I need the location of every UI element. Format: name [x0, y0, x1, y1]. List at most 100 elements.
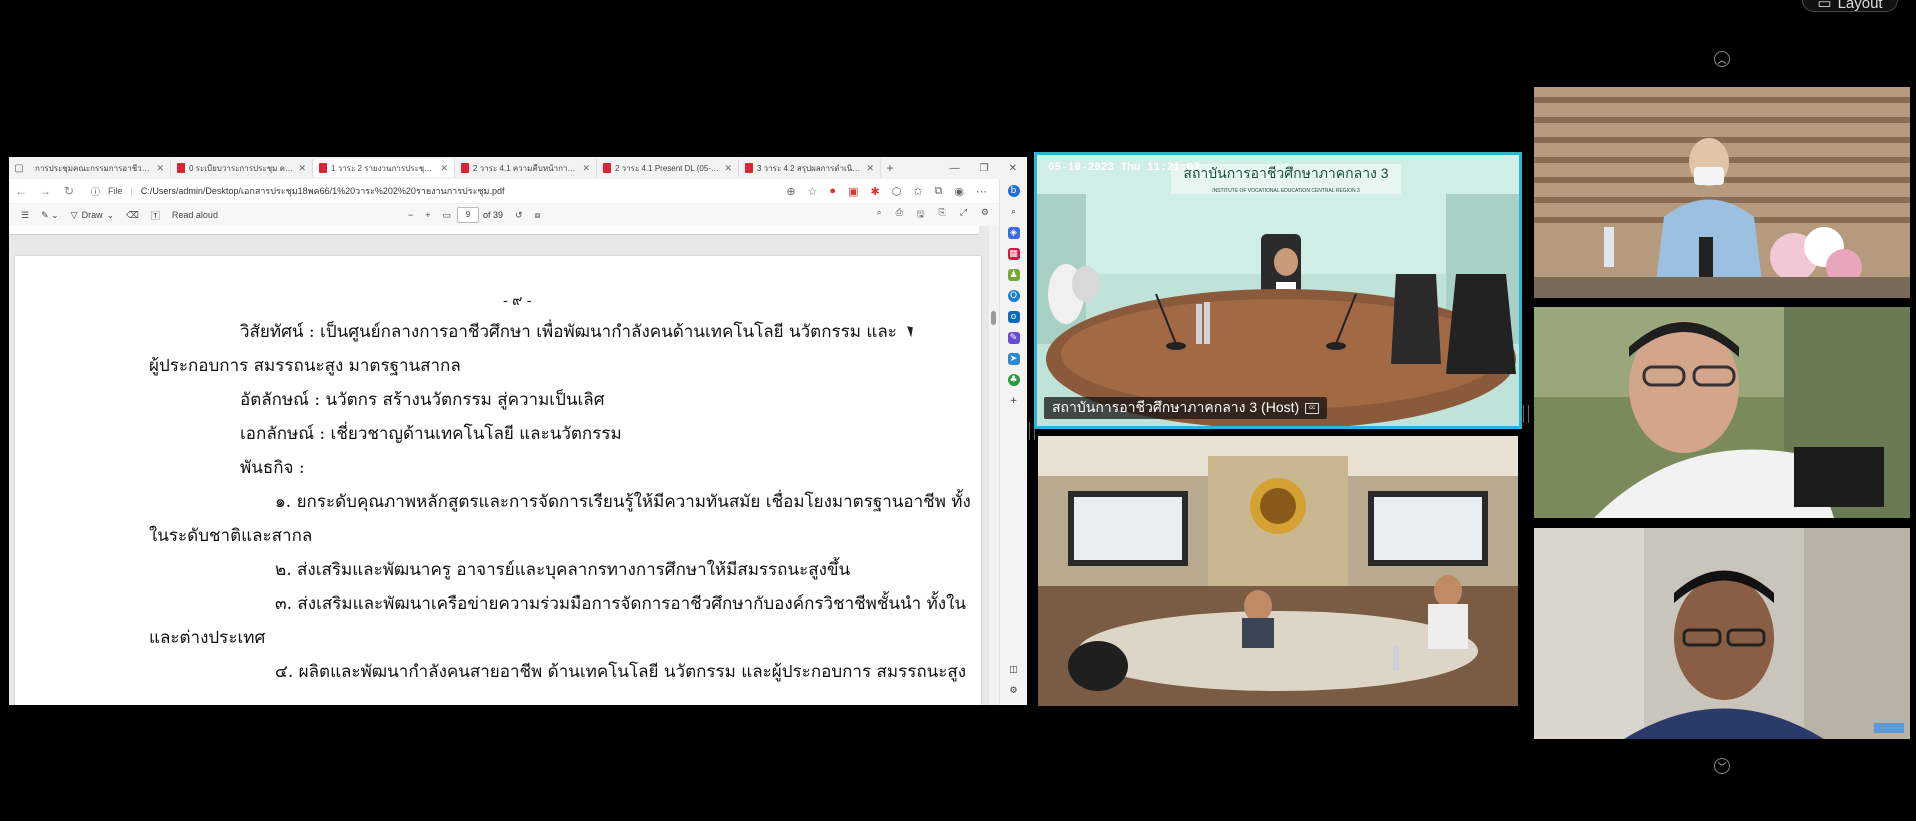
new-tab-icon[interactable]: + — [881, 161, 899, 175]
url-separator: | — [130, 186, 133, 196]
video-tile-participant[interactable] — [1534, 87, 1910, 298]
browser-tab[interactable]: การประชุมคณะกรรมการอาชีวศึกษา ✕ — [29, 159, 171, 177]
minimize-icon[interactable]: — — [950, 163, 960, 174]
url-scheme-label: File — [108, 186, 123, 196]
room-video-frame — [1038, 436, 1518, 706]
doc-line: ในระดับชาติและสากล — [149, 526, 313, 546]
search-icon[interactable]: ⌕ — [877, 207, 882, 223]
tab-label: 2 วาระ 4.1 ความคืบหน้าการดำเนินงาน — [473, 163, 578, 173]
browser-tab[interactable]: 3 วาระ 4.2 สรุปผลการดำเนินงาน ✕ — [739, 159, 881, 177]
restore-icon[interactable]: ❐ — [980, 163, 989, 174]
erase-icon[interactable]: ⌫ — [126, 210, 139, 221]
tools-icon[interactable]: ▦ — [1007, 248, 1020, 260]
tab-label: 0 ระเบียบวาระการประชุม คณะกรรมการ — [189, 163, 294, 173]
shopping-icon[interactable]: ◈ — [1007, 227, 1020, 239]
extensions-icon[interactable]: ⬡ — [892, 185, 902, 198]
outlook-icon[interactable]: o — [1007, 311, 1020, 323]
save-as-icon[interactable]: ⎘ — [939, 207, 946, 223]
browser-tab[interactable]: 2 วาระ 4.1 ความคืบหน้าการดำเนินงาน ✕ — [455, 159, 597, 177]
contents-icon[interactable]: ☰ — [21, 210, 29, 221]
extension-icon[interactable]: ● — [829, 185, 836, 198]
drop-icon[interactable]: ➤ — [1007, 353, 1020, 365]
page-number-input[interactable]: 9 — [457, 207, 479, 223]
gallery-up-icon[interactable]: ︿ — [1714, 51, 1730, 67]
collections-icon[interactable]: ⧉ — [935, 185, 943, 198]
games-icon[interactable]: ♟ — [1007, 269, 1020, 281]
read-aloud-button[interactable]: Read aloud — [172, 210, 218, 220]
address-bar-icons: ⊕ ☆ ● ▣ ✱ ⬡ ✩ ⧉ ◉ ⋯ — [786, 185, 1027, 198]
tab-label: 3 วาระ 4.2 สรุปผลการดำเนินงาน — [757, 163, 863, 173]
save-icon[interactable]: 🖫 — [917, 207, 925, 223]
extension-icon[interactable]: ▣ — [848, 185, 858, 198]
add-icon[interactable]: + — [1008, 395, 1020, 407]
close-icon[interactable]: ✕ — [724, 163, 732, 174]
url-field[interactable]: ⓘ File | C:/Users/admin/Desktop/เอกสารปร… — [85, 182, 691, 200]
resize-handle[interactable] — [1523, 405, 1529, 423]
tab-actions-icon[interactable]: ▢ — [9, 163, 29, 174]
doc-line: ๑. ยกระดับคุณภาพหลักสูตรและการจัดการเรีย… — [275, 492, 971, 512]
zoom-icon[interactable]: ⊕ — [786, 185, 795, 198]
resize-handle[interactable] — [1029, 422, 1035, 440]
fullscreen-icon[interactable]: ⤢ — [960, 207, 967, 223]
more-icon[interactable]: ⋯ — [976, 185, 987, 198]
favorites-icon[interactable]: ✩ — [913, 185, 922, 198]
close-icon[interactable]: ✕ — [156, 163, 164, 174]
text-icon[interactable]: 🅃 — [151, 209, 160, 222]
settings-icon[interactable]: ⚙ — [981, 207, 989, 223]
browser-tab[interactable]: 2 วาระ 4.1 Present DL (05-05-66) ✕ — [597, 159, 739, 177]
profile-icon[interactable]: ◉ — [954, 185, 964, 198]
close-icon[interactable]: ✕ — [582, 163, 590, 174]
chevron-down-icon: ⌄ — [106, 209, 115, 220]
rotate-icon[interactable]: ↺ — [515, 210, 523, 221]
office-icon[interactable]: O — [1007, 290, 1020, 302]
page-total: of 39 — [483, 210, 504, 220]
mouse-cursor-icon — [907, 324, 916, 338]
designer-icon[interactable]: ✎ — [1007, 332, 1020, 344]
host-video-frame: สถาบันการอาชีวศึกษาภาคกลาง 3 INSTITUTE O… — [1036, 154, 1520, 427]
tree-icon[interactable]: ♣ — [1007, 374, 1020, 386]
search-icon[interactable]: ⌕ — [1008, 206, 1020, 218]
fit-page-icon[interactable]: ▭ — [442, 210, 451, 221]
extension-icon[interactable]: ✱ — [870, 185, 879, 198]
pdf-icon — [461, 163, 469, 173]
browser-tab[interactable]: 0 ระเบียบวาระการประชุม คณะกรรมการ ✕ — [171, 159, 313, 177]
zoom-out-icon[interactable]: − — [408, 210, 413, 220]
layout-icon: ▭ — [1817, 0, 1832, 12]
page-view-icon[interactable]: ⧈ — [535, 210, 541, 221]
refresh-icon[interactable]: ↻ — [57, 184, 81, 198]
host-name-label: สถาบันการอาชีวศึกษาภาคกลาง 3 (Host) cc — [1044, 397, 1328, 419]
add-favorite-icon[interactable]: ☆ — [808, 185, 818, 198]
draw-button[interactable]: ▽ Draw ⌄ — [71, 210, 114, 221]
video-tile-participant[interactable] — [1534, 307, 1910, 518]
doc-line: และต่างประเทศ — [149, 628, 266, 648]
highlight-icon[interactable]: ✎ ⌄ — [41, 210, 59, 221]
pdf-icon — [745, 163, 753, 173]
pdf-toolbar-right: ⌕ ⎙ 🖫 ⎘ ⤢ ⚙ — [877, 207, 999, 223]
back-icon[interactable]: ← — [9, 184, 33, 198]
copilot-icon[interactable]: b — [1007, 185, 1020, 197]
close-icon[interactable]: ✕ — [440, 163, 448, 174]
close-icon[interactable]: ✕ — [298, 163, 306, 174]
close-icon[interactable]: ✕ — [866, 163, 874, 174]
pdf-scrollbar[interactable] — [989, 226, 999, 705]
zoom-in-icon[interactable]: + — [425, 210, 430, 220]
print-icon[interactable]: ⎙ — [896, 207, 903, 223]
browser-tab-active[interactable]: 1 วาระ 2 รายงานการประชุม.pdf ✕ — [313, 159, 455, 177]
close-window-icon[interactable]: ✕ — [1009, 163, 1017, 174]
scrollbar-thumb[interactable] — [991, 311, 996, 325]
pdf-page: - ๙ - วิสัยทัศน์ : เป็นศูนย์กลางการอาชีว… — [15, 256, 981, 705]
participant-video-frame — [1534, 307, 1910, 518]
settings-icon[interactable]: ⚙ — [1008, 685, 1020, 697]
pdf-viewer[interactable]: - ๙ - วิสัยทัศน์ : เป็นศูนย์กลางการอาชีว… — [9, 226, 999, 705]
layout-button[interactable]: ▭ Layout — [1802, 0, 1898, 12]
browser-sidebar: b ⌕ ◈ ▦ ♟ O o ✎ ➤ ♣ + ◫ ⚙ — [999, 179, 1027, 705]
split-screen-icon[interactable]: ◫ — [1008, 664, 1020, 676]
video-tile-host[interactable]: สถาบันการอาชีวศึกษาภาคกลาง 3 INSTITUTE O… — [1034, 152, 1522, 429]
video-tile-participant[interactable] — [1534, 528, 1910, 739]
page-marker: - ๙ - — [503, 293, 532, 309]
forward-icon[interactable]: → — [33, 184, 57, 198]
banner-text-en: INSTITUTE OF VOCATIONAL EDUCATION CENTRA… — [1212, 188, 1360, 194]
video-tile-room[interactable] — [1038, 436, 1518, 706]
pdf-icon — [319, 163, 327, 173]
gallery-down-icon[interactable]: ﹀ — [1714, 758, 1730, 774]
